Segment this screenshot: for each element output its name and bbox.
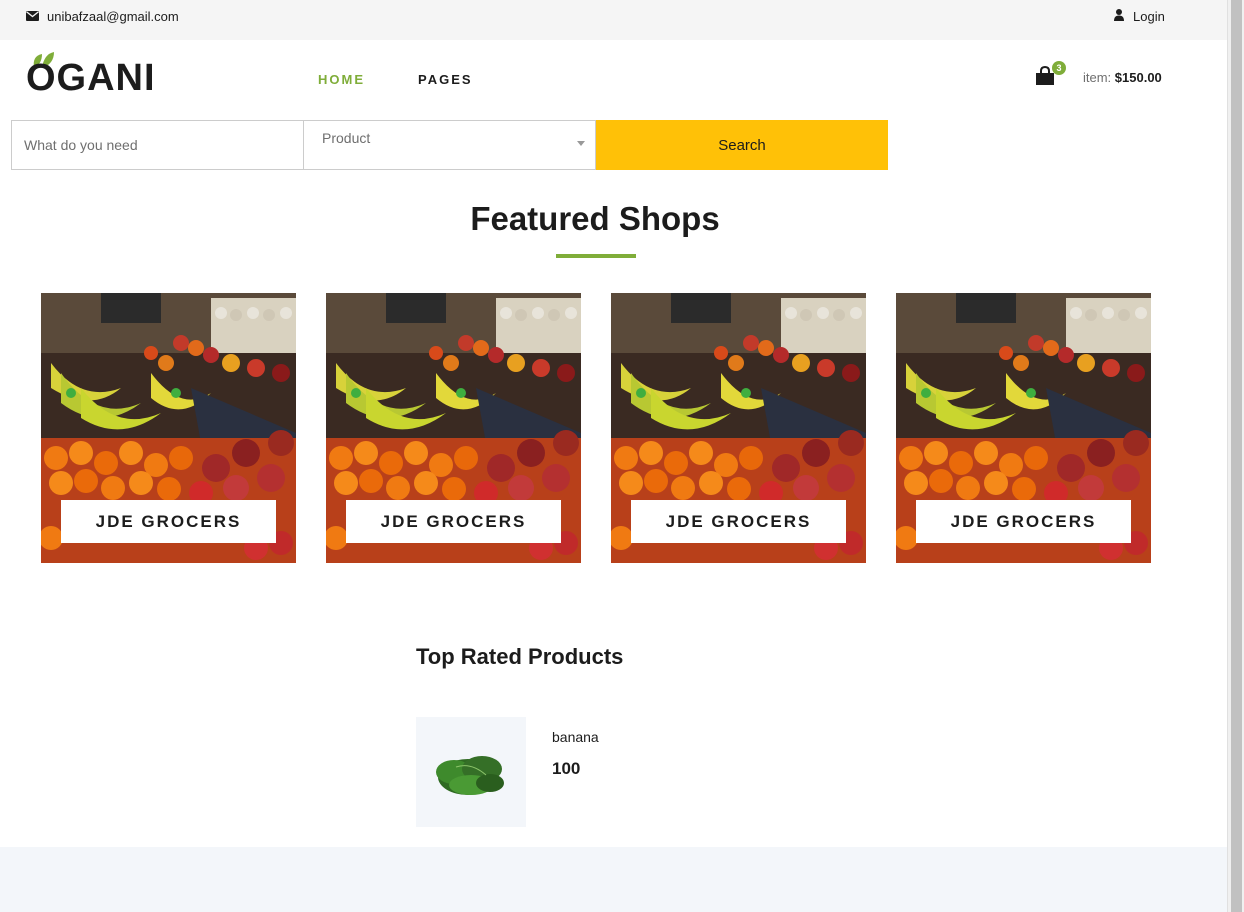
shop-card[interactable]: JDE GROCERS — [41, 293, 296, 563]
featured-shops-title: Featured Shops — [470, 200, 720, 237]
shop-name: JDE GROCERS — [346, 500, 561, 543]
shop-name: JDE GROCERS — [61, 500, 276, 543]
category-select[interactable]: Product — [303, 120, 596, 170]
spinach-image — [436, 756, 504, 795]
logo-text: OGANI — [26, 57, 156, 99]
nav-home[interactable]: HOME — [318, 72, 365, 87]
product-name: banana — [552, 729, 599, 745]
search-button[interactable]: Search — [596, 120, 888, 170]
product-thumbnail — [416, 717, 526, 827]
top-rated-title: Top Rated Products — [416, 644, 624, 669]
product-item[interactable]: banana 100 — [416, 717, 716, 827]
footer — [0, 847, 1227, 912]
search-input[interactable] — [11, 120, 303, 170]
login-label: Login — [1133, 9, 1165, 24]
user-icon — [1114, 9, 1124, 24]
shop-card[interactable]: JDE GROCERS — [896, 293, 1151, 563]
shop-name: JDE GROCERS — [916, 500, 1131, 543]
cart-total: item: $150.00 — [1083, 70, 1162, 85]
shop-name: JDE GROCERS — [631, 500, 846, 543]
item-total-value: $150.00 — [1114, 70, 1162, 85]
cart-button[interactable]: 3 — [1035, 61, 1066, 88]
vertical-scrollbar[interactable] — [1227, 0, 1244, 912]
scrollbar-thumb[interactable] — [1231, 0, 1242, 912]
title-underline — [556, 254, 636, 258]
item-label: item: — [1083, 70, 1112, 85]
site-logo[interactable]: OGANI — [26, 52, 156, 102]
nav-pages[interactable]: PAGES — [418, 72, 473, 87]
email-text: unibafzaal@gmail.com — [47, 9, 179, 24]
contact-email: unibafzaal@gmail.com — [26, 9, 179, 24]
category-select-value: Product — [322, 130, 371, 146]
cart-count-badge: 3 — [1052, 61, 1066, 75]
top-bar: unibafzaal@gmail.com Login — [0, 0, 1227, 40]
shop-card[interactable]: JDE GROCERS — [326, 293, 581, 563]
shop-card[interactable]: JDE GROCERS — [611, 293, 866, 563]
chevron-down-icon — [577, 141, 585, 146]
product-price: 100 — [552, 759, 581, 778]
login-link[interactable]: Login — [1114, 9, 1165, 24]
envelope-icon — [26, 9, 39, 24]
